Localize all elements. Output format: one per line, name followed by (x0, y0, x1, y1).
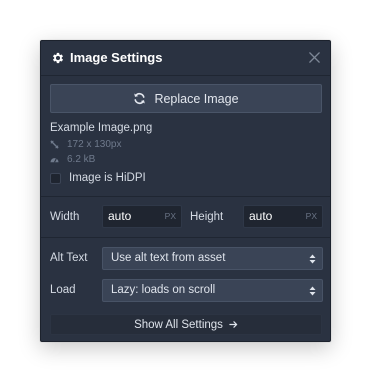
replace-image-label: Replace Image (154, 91, 239, 106)
gear-icon (52, 52, 64, 64)
close-icon[interactable] (308, 51, 321, 64)
select-arrows-icon (309, 286, 316, 296)
asset-filesize-text: 6.2 kB (67, 154, 96, 165)
asset-dimensions: 172 x 130px (50, 139, 122, 150)
width-input[interactable]: auto PX (102, 205, 182, 228)
asset-dimensions-text: 172 x 130px (67, 139, 122, 150)
alt-text-label: Alt Text (50, 252, 88, 264)
load-select[interactable]: Lazy: loads on scroll (102, 279, 323, 302)
hidpi-checkbox[interactable] (50, 172, 61, 184)
alt-text-select[interactable]: Use alt text from asset (102, 247, 323, 270)
replace-image-button[interactable]: Replace Image (50, 84, 322, 113)
load-value: Lazy: loads on scroll (111, 284, 216, 296)
hidpi-label: Image is HiDPI (69, 172, 146, 184)
divider (41, 237, 330, 238)
load-label: Load (50, 284, 76, 296)
height-value: auto (249, 209, 273, 223)
asset-filesize: 6.2 kB (50, 154, 95, 165)
height-input[interactable]: auto PX (243, 205, 323, 228)
panel-header: Image Settings (41, 41, 330, 76)
resize-icon (50, 140, 59, 149)
height-unit: PX (305, 211, 317, 221)
hidpi-checkbox-row[interactable]: Image is HiDPI (50, 172, 146, 184)
width-unit: PX (164, 211, 176, 221)
asset-filename: Example Image.png (50, 122, 153, 134)
panel-title: Image Settings (70, 50, 163, 65)
show-all-settings-label: Show All Settings (134, 318, 223, 331)
divider (41, 196, 330, 197)
refresh-icon (134, 92, 146, 105)
image-settings-panel: Image Settings Replace Image Example Ima… (40, 40, 331, 342)
gauge-icon (50, 158, 59, 163)
select-arrows-icon (309, 254, 316, 264)
width-label: Width (50, 211, 80, 223)
height-label: Height (190, 211, 224, 223)
alt-text-value: Use alt text from asset (111, 252, 226, 264)
width-value: auto (108, 209, 132, 223)
arrow-right-icon (229, 321, 238, 328)
show-all-settings-button[interactable]: Show All Settings (50, 314, 322, 335)
